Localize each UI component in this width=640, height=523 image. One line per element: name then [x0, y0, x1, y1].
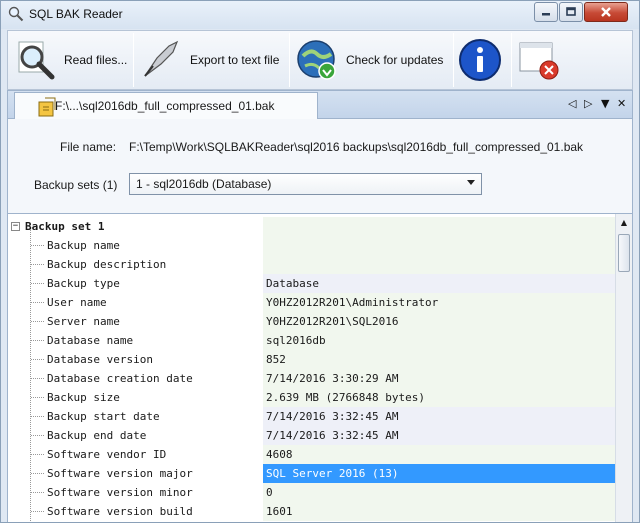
close-icon	[601, 7, 611, 17]
property-name: Backup name	[47, 239, 120, 252]
property-value[interactable]: Y0HZ2012R201\Administrator	[263, 293, 615, 312]
property-value[interactable]: 7/14/2016 3:32:45 AM	[263, 426, 615, 445]
property-name: Database version	[47, 353, 153, 366]
property-name: Backup end date	[47, 429, 147, 442]
property-row[interactable]: Backup description	[8, 255, 615, 274]
close-button[interactable]	[584, 2, 628, 22]
file-name-value: F:\Temp\Work\SQLBAKReader\sql2016 backup…	[129, 140, 584, 154]
maximize-icon	[566, 7, 576, 16]
check-updates-button[interactable]: Check for updates	[294, 33, 448, 87]
property-value[interactable]: sql2016db	[263, 331, 615, 350]
chevron-down-icon	[467, 180, 475, 185]
info-icon	[457, 37, 503, 83]
collapse-icon[interactable]: −	[11, 222, 20, 231]
property-row[interactable]: Database name sql2016db	[8, 331, 615, 350]
tab-close-icon[interactable]: ✕	[617, 97, 626, 110]
property-row[interactable]: Backup name	[8, 236, 615, 255]
property-row[interactable]: Backup start date 7/14/2016 3:32:45 AM	[8, 407, 615, 426]
property-row[interactable]: Server name Y0HZ2012R201\SQL2016	[8, 312, 615, 331]
property-value[interactable]: 7/14/2016 3:30:29 AM	[263, 369, 615, 388]
property-row[interactable]: User name Y0HZ2012R201\Administrator	[8, 293, 615, 312]
property-row[interactable]: Software vendor ID 4608	[8, 445, 615, 464]
property-row[interactable]: Software version build 1601	[8, 502, 615, 521]
property-value[interactable]: 2.639 MB (2766848 bytes)	[263, 388, 615, 407]
globe-icon	[294, 37, 340, 83]
property-row[interactable]: Software version minor 0	[8, 483, 615, 502]
exit-button[interactable]	[516, 33, 566, 87]
tab-scroll-right-icon[interactable]: ▷	[584, 97, 592, 110]
export-button[interactable]: Export to text file	[138, 33, 286, 87]
scroll-thumb[interactable]	[618, 234, 630, 272]
property-value[interactable]: Y0HZ2012R201\SQL2016	[263, 312, 615, 331]
main-window: SQL BAK Reader Read files... Export to t…	[0, 0, 640, 523]
property-value[interactable]: Database	[263, 274, 615, 293]
tab-bar: F:\...\sql2016db_full_compressed_01.bak …	[7, 90, 633, 119]
tab-label: F:\...\sql2016db_full_compressed_01.bak	[55, 99, 275, 113]
minimize-icon	[542, 13, 550, 16]
property-value[interactable]	[263, 255, 615, 274]
magnifier-app-icon	[8, 6, 24, 22]
property-name: Backup description	[47, 258, 167, 271]
property-name: Software version build	[47, 505, 193, 518]
tab-list-dropdown-icon[interactable]: ▼	[601, 97, 609, 110]
check-updates-label: Check for updates	[346, 53, 444, 67]
tab-bak-file[interactable]: F:\...\sql2016db_full_compressed_01.bak	[14, 92, 318, 119]
backup-sets-select[interactable]: 1 - sql2016db (Database)	[129, 173, 482, 195]
scroll-up-icon[interactable]: ▲	[616, 214, 632, 231]
tree-root-label: Backup set 1	[25, 220, 105, 233]
property-value[interactable]: 0	[263, 483, 615, 502]
property-value[interactable]: 4608	[263, 445, 615, 464]
quill-pen-icon	[138, 37, 184, 83]
toolbar: Read files... Export to text file Check …	[7, 30, 633, 90]
minimize-button[interactable]	[534, 2, 558, 22]
property-value[interactable]	[263, 236, 615, 255]
property-name: Backup start date	[47, 410, 160, 423]
property-row[interactable]: Backup end date 7/14/2016 3:32:45 AM	[8, 426, 615, 445]
file-name-label: File name:	[60, 140, 117, 154]
property-name: Software version minor	[47, 486, 193, 499]
property-value[interactable]: 852	[263, 350, 615, 369]
tree-root-row[interactable]: − Backup set 1	[8, 217, 615, 236]
property-row[interactable]: Software version major SQL Server 2016 (1…	[8, 464, 615, 483]
property-name: Server name	[47, 315, 120, 328]
magnifier-icon	[12, 37, 58, 83]
about-button[interactable]	[457, 33, 507, 87]
property-name: Software version major	[47, 467, 193, 480]
property-name: Database name	[47, 334, 134, 347]
file-info-panel: File name: F:\Temp\Work\SQLBAKReader\sql…	[7, 119, 633, 213]
property-name: User name	[47, 296, 107, 309]
property-row[interactable]: Database creation date 7/14/2016 3:30:29 …	[8, 369, 615, 388]
property-value[interactable]: SQL Server 2016 (13)	[263, 464, 615, 483]
property-row[interactable]: Database version 852	[8, 350, 615, 369]
vertical-scrollbar[interactable]: ▲	[615, 214, 632, 522]
read-files-label: Read files...	[64, 53, 128, 67]
property-name: Backup type	[47, 277, 120, 290]
property-value[interactable]: 7/14/2016 3:32:45 AM	[263, 407, 615, 426]
property-name: Software vendor ID	[47, 448, 167, 461]
tab-scroll-left-icon[interactable]: ◁	[568, 97, 576, 110]
property-row[interactable]: Backup type Database	[8, 274, 615, 293]
export-label: Export to text file	[190, 53, 280, 67]
backup-sets-value: 1 - sql2016db (Database)	[136, 177, 272, 191]
window-title: SQL BAK Reader	[29, 7, 123, 21]
property-row[interactable]: Backup size 2.639 MB (2766848 bytes)	[8, 388, 615, 407]
property-name: Database creation date	[47, 372, 193, 385]
property-value[interactable]: 1601	[263, 502, 615, 521]
backup-sets-label: Backup sets (1)	[34, 178, 118, 192]
property-name: Backup size	[47, 391, 120, 404]
close-window-icon	[516, 37, 562, 83]
bak-file-icon	[38, 97, 56, 117]
maximize-button[interactable]	[559, 2, 583, 22]
property-grid[interactable]: − Backup set 1 Backup name Backup descrip…	[7, 213, 633, 522]
read-files-button[interactable]: Read files...	[12, 33, 130, 87]
title-bar[interactable]: SQL BAK Reader	[1, 1, 639, 29]
